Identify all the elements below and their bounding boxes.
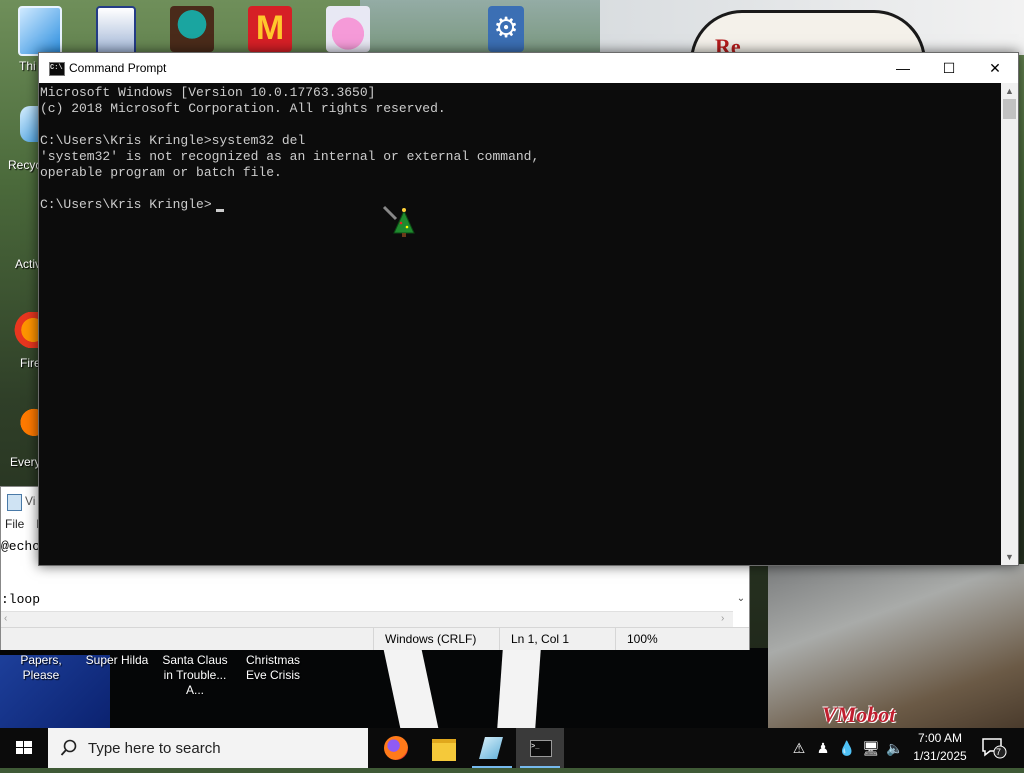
scroll-down-icon[interactable]: ▼ [1001, 549, 1018, 565]
maximize-button[interactable]: ☐ [926, 53, 972, 83]
clock-date[interactable]: 1/31/2025 [904, 749, 976, 763]
notepad-status-bar: Windows (CRLF) Ln 1, Col 1 100% [1, 627, 749, 650]
volume-icon[interactable]: 🔈 [886, 739, 904, 757]
taskbar: Type here to search >_ ⚠ ♟ 💧 🖥 🔈 7:00 AM… [0, 728, 1024, 768]
everything-desktop-icon[interactable] [18, 408, 38, 444]
desktop-label-super-hilda[interactable]: Super Hilda [82, 653, 152, 668]
notepad-text-line[interactable]: :loop [1, 592, 40, 607]
firefox-icon [384, 736, 408, 760]
terminal-output[interactable]: Microsoft Windows [Version 10.0.17763.36… [39, 83, 1001, 565]
search-placeholder: Type here to search [88, 740, 221, 757]
command-prompt-window[interactable]: C:\ Command Prompt — ☐ ✕ Microsoft Windo… [38, 52, 1019, 566]
notepad-menu-file[interactable]: File [5, 517, 24, 531]
terminal-line: 'system32' is not recognized as an inter… [40, 149, 540, 164]
desktop-label-this-pc: Thi [19, 59, 36, 73]
notification-icon [982, 738, 1007, 759]
status-divider [373, 628, 374, 650]
notepad-horizontal-scrollbar[interactable]: ‹ › [1, 611, 733, 628]
desktop-label-papers-please[interactable]: Papers, Please [2, 653, 80, 683]
notepad-title: Vi [25, 494, 36, 508]
notification-count: 7 [996, 747, 1002, 757]
command-prompt-icon: >_ [530, 740, 552, 757]
text-cursor [216, 209, 224, 212]
file-explorer-icon [432, 739, 456, 761]
notepad-scroll-down-icon[interactable]: ⌄ [733, 593, 749, 609]
windows-logo-icon [16, 741, 32, 754]
command-prompt-app-icon: C:\ [49, 62, 65, 76]
firefox-desktop-icon[interactable] [14, 312, 38, 348]
status-zoom: 100% [627, 632, 658, 646]
christmas-tree-cursor-icon [382, 205, 415, 237]
wallpaper-road [768, 564, 1024, 728]
desktop-label-santa-claus[interactable]: Santa Claus in Trouble... A... [156, 653, 234, 698]
status-line-ending: Windows (CRLF) [385, 632, 477, 646]
pig-game-icon[interactable] [326, 6, 370, 52]
wallpaper-figure-right [497, 650, 541, 728]
scrollbar-thumb[interactable] [1003, 99, 1016, 119]
status-divider [499, 628, 500, 650]
water-drop-icon[interactable]: 💧 [838, 739, 856, 757]
taskbar-notepad[interactable] [468, 728, 516, 768]
wallpaper-logo: VMobot [822, 702, 896, 727]
notepad-app-icon [7, 494, 22, 511]
game-shortcut-1-icon[interactable] [96, 6, 136, 56]
desktop-label-recycle: Recyc [8, 158, 42, 172]
network-share-icon[interactable]: ♟ [814, 739, 832, 757]
cmd-vertical-scrollbar[interactable]: ▲ ▼ [1001, 83, 1018, 565]
cmd-title-bar[interactable]: C:\ Command Prompt — ☐ ✕ [39, 53, 1018, 83]
mcdonalds-icon[interactable]: M [248, 6, 292, 52]
taskbar-firefox[interactable] [372, 728, 420, 768]
terminal-prompt[interactable]: C:\Users\Kris Kringle> [40, 197, 212, 213]
taskbar-search-box[interactable]: Type here to search [48, 728, 368, 768]
status-cursor-position: Ln 1, Col 1 [511, 632, 570, 646]
terminal-line: (c) 2018 Microsoft Corporation. All righ… [40, 101, 446, 116]
terminal-line: Microsoft Windows [Version 10.0.17763.36… [40, 85, 376, 100]
desktop-label-everything: Every [10, 455, 41, 469]
terminal-line: C:\Users\Kris Kringle>system32 del [40, 133, 306, 148]
security-warning-icon[interactable]: ⚠ [790, 739, 808, 757]
scroll-right-icon[interactable]: › [721, 613, 724, 624]
taskbar-command-prompt[interactable]: >_ [516, 728, 564, 768]
game-shortcut-2-icon[interactable] [170, 6, 214, 52]
close-button[interactable]: ✕ [972, 53, 1018, 83]
terminal-line: operable program or batch file. [40, 165, 282, 180]
scroll-up-icon[interactable]: ▲ [1001, 83, 1018, 99]
recycle-bin-icon[interactable] [20, 106, 40, 142]
cmd-window-title: Command Prompt [69, 61, 167, 75]
network-icon[interactable]: 🖥 [862, 739, 880, 757]
notepad-icon [479, 737, 503, 759]
scroll-left-icon[interactable]: ‹ [4, 613, 7, 624]
status-divider [615, 628, 616, 650]
clock-time[interactable]: 7:00 AM [910, 731, 970, 745]
this-pc-icon[interactable] [18, 6, 62, 56]
desktop-label-christmas-eve-crisis[interactable]: Christmas Eve Crisis [234, 653, 312, 683]
notification-center-button[interactable]: 7 [980, 736, 1008, 760]
settings-gear-icon[interactable]: ⚙ [488, 6, 524, 52]
search-icon [60, 739, 77, 756]
taskbar-file-explorer[interactable] [420, 728, 468, 768]
minimize-button[interactable]: — [880, 53, 926, 83]
start-button[interactable] [0, 728, 48, 768]
notepad-text-line[interactable]: @echo [1, 539, 40, 554]
